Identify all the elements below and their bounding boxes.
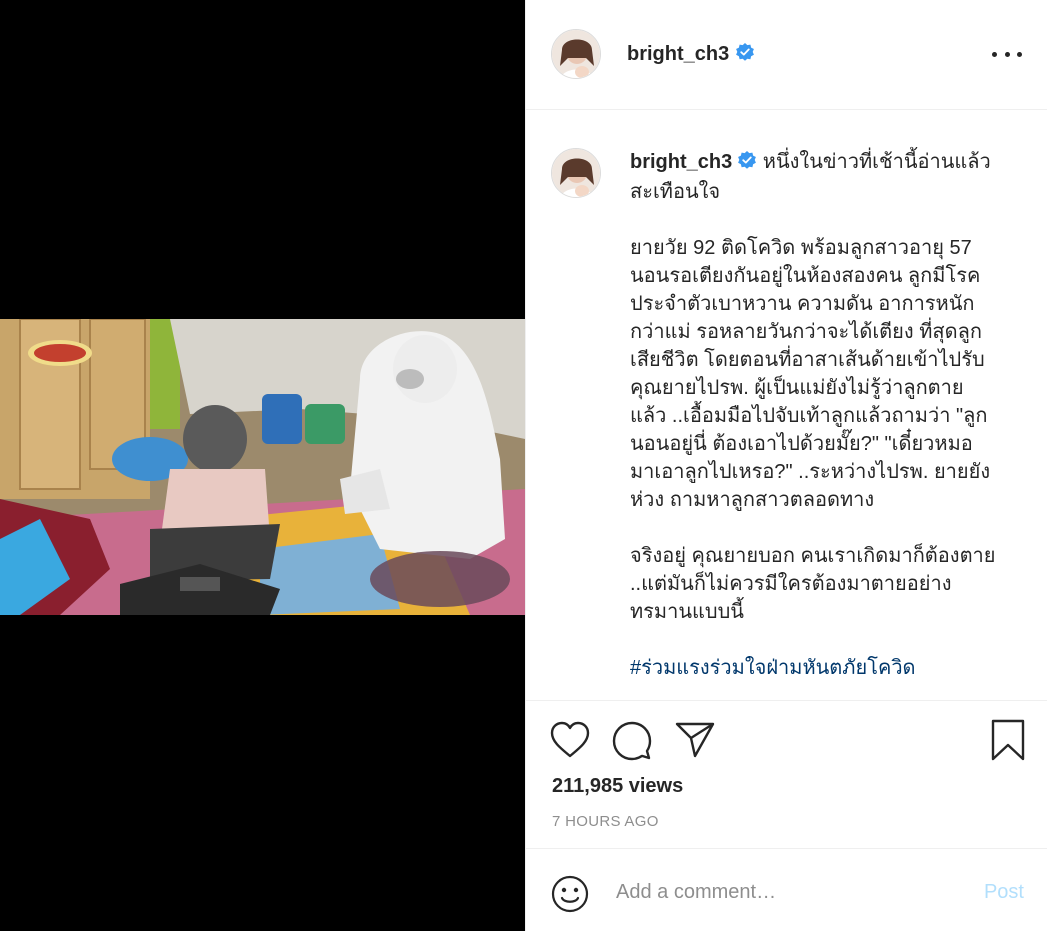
share-icon[interactable]: [675, 721, 715, 764]
post-video[interactable]: [0, 319, 525, 615]
comment-bar: Post: [526, 848, 1047, 931]
comment-icon[interactable]: [612, 721, 652, 766]
username-link[interactable]: bright_ch3: [627, 43, 729, 66]
post-comment-button[interactable]: Post: [984, 881, 1024, 904]
avatar-image: [552, 30, 600, 78]
heart-icon[interactable]: [550, 721, 590, 764]
post-timestamp[interactable]: 7 HOURS AGO: [552, 813, 659, 830]
bookmark-icon[interactable]: [991, 719, 1025, 766]
caption-body: หนึ่งในข่าวที่เช้านี้อ่านแล้ว สะเทือนใจ …: [630, 151, 996, 623]
video-frame-image: [0, 319, 525, 615]
post-side-panel: bright_ch3 bright_ch3 หนึ่งในข่าวที่เช้า…: [525, 0, 1047, 931]
view-count[interactable]: 211,985 views: [552, 775, 683, 798]
caption-avatar[interactable]: [551, 148, 601, 198]
hashtag-link[interactable]: #ร่วมแรงร่วมใจฝ่ามหันตภัยโควิด: [630, 657, 916, 679]
header-user: bright_ch3: [627, 41, 755, 67]
post-media: [0, 0, 525, 931]
caption-username-link[interactable]: bright_ch3: [630, 151, 732, 173]
post-header: bright_ch3: [526, 0, 1047, 110]
caption-avatar-image: [552, 149, 600, 197]
comment-input[interactable]: [614, 877, 948, 907]
caption-text: bright_ch3 หนึ่งในข่าวที่เช้านี้อ่านแล้ว…: [630, 148, 1014, 682]
emoji-icon[interactable]: [551, 875, 589, 918]
avatar[interactable]: [551, 29, 601, 79]
verified-badge-icon: [735, 42, 755, 67]
caption-verified-badge-icon: [737, 150, 757, 178]
more-options-icon[interactable]: [992, 44, 1022, 64]
caption-area: bright_ch3 หนึ่งในข่าวที่เช้านี้อ่านแล้ว…: [526, 110, 1047, 700]
post-actions: 211,985 views 7 HOURS AGO: [526, 700, 1047, 848]
